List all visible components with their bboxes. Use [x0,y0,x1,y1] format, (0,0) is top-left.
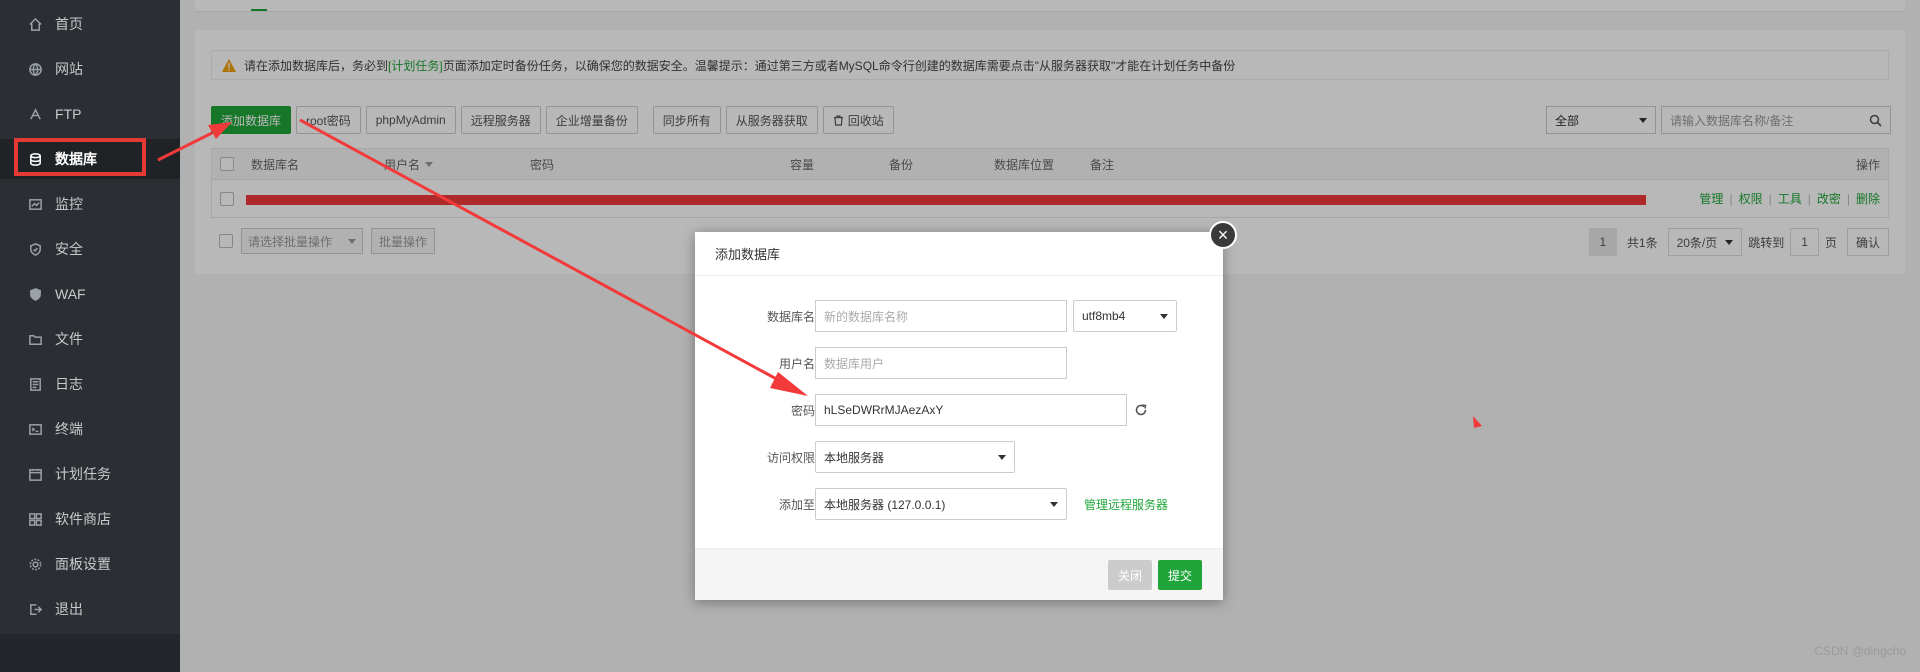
sidebar-item-label: 安全 [55,241,83,257]
manage-remote-link[interactable]: 管理远程服务器 [1084,488,1168,520]
sidebar: 首页 网站 FTP 数据库 监控 安全 WAF 文件 日志 终端 计划任务 软件… [0,0,180,672]
watermark: CSDN @dingcho [1814,644,1906,658]
sidebar-item-label: FTP [55,106,82,122]
dialog-title: 添加数据库 [695,232,1223,276]
sidebar-item-label: 面板设置 [55,556,111,572]
db-name-input[interactable]: 新的数据库名称 [815,300,1067,332]
sidebar-item-label: 监控 [55,196,83,212]
sidebar-item-label: 网站 [55,61,83,77]
row-add-to: 添加至 本地服务器 (127.0.0.1) 管理远程服务器 [695,488,1223,520]
gear-icon [27,556,43,572]
charset-select[interactable]: utf8mb4 [1073,300,1177,332]
sidebar-item-monitor[interactable]: 监控 [0,184,180,224]
annotation-highlight-box [14,138,146,176]
calendar-icon [27,466,43,482]
submit-button[interactable]: 提交 [1158,560,1203,590]
sidebar-item-label: WAF [55,286,86,302]
globe-icon [27,61,43,77]
chevron-down-icon [1050,501,1058,507]
password-label: 密码 [790,403,815,418]
ftp-icon [27,106,43,122]
sidebar-item-security[interactable]: 安全 [0,229,180,269]
log-icon [27,376,43,392]
access-label: 访问权限 [766,450,815,465]
sidebar-item-label: 日志 [55,376,83,392]
username-input[interactable]: 数据库用户 [815,347,1067,379]
sidebar-item-logout[interactable]: 退出 [0,589,180,629]
row-access: 访问权限 本地服务器 [695,441,1223,473]
access-value: 本地服务器 [824,450,885,465]
grid-icon [27,511,43,527]
sidebar-item-website[interactable]: 网站 [0,49,180,89]
home-icon [27,16,43,32]
terminal-icon [27,421,43,437]
sidebar-item-cron[interactable]: 计划任务 [0,454,180,494]
sidebar-item-home[interactable]: 首页 [0,4,180,44]
logout-icon [27,601,43,617]
sidebar-item-waf[interactable]: WAF [0,274,180,314]
sidebar-item-label: 文件 [55,331,83,347]
shield-icon [27,241,43,257]
add-database-dialog: 添加数据库 数据库名 新的数据库名称 utf8mb4 用户名 数据库用户 密码 … [695,232,1223,600]
server-select[interactable]: 本地服务器 (127.0.0.1) [815,488,1067,520]
sidebar-item-terminal[interactable]: 终端 [0,409,180,449]
charset-value: utf8mb4 [1082,309,1126,323]
monitor-icon [27,196,43,212]
sidebar-item-label: 终端 [55,421,83,437]
server-value: 本地服务器 (127.0.0.1) [824,497,946,512]
sidebar-item-label: 退出 [55,601,83,617]
close-button[interactable]: 关闭 [1108,560,1153,590]
refresh-icon[interactable] [1134,403,1148,417]
add-to-label: 添加至 [778,497,815,512]
sidebar-item-ftp[interactable]: FTP [0,94,180,134]
waf-shield-icon [27,286,43,302]
sidebar-item-label: 软件商店 [55,511,111,527]
password-input[interactable]: hLSeDWRrMJAezAxY [815,394,1127,426]
sidebar-footer [0,634,180,672]
sidebar-item-label: 首页 [55,16,83,32]
sidebar-item-logs[interactable]: 日志 [0,364,180,404]
dialog-footer: 关闭 提交 [695,548,1223,600]
row-password: 密码 hLSeDWRrMJAezAxY [695,394,1223,426]
folder-icon [27,331,43,347]
row-db-name: 数据库名 新的数据库名称 utf8mb4 [695,300,1223,332]
sidebar-item-store[interactable]: 软件商店 [0,499,180,539]
close-icon[interactable]: × [1209,221,1237,249]
sidebar-item-settings[interactable]: 面板设置 [0,544,180,584]
sidebar-item-label: 计划任务 [55,466,111,482]
username-label: 用户名 [778,356,815,371]
chevron-down-icon [1160,313,1168,319]
db-name-label: 数据库名 [766,309,815,324]
sidebar-item-files[interactable]: 文件 [0,319,180,359]
access-select[interactable]: 本地服务器 [815,441,1015,473]
row-username: 用户名 数据库用户 [695,347,1223,379]
chevron-down-icon [998,454,1006,460]
